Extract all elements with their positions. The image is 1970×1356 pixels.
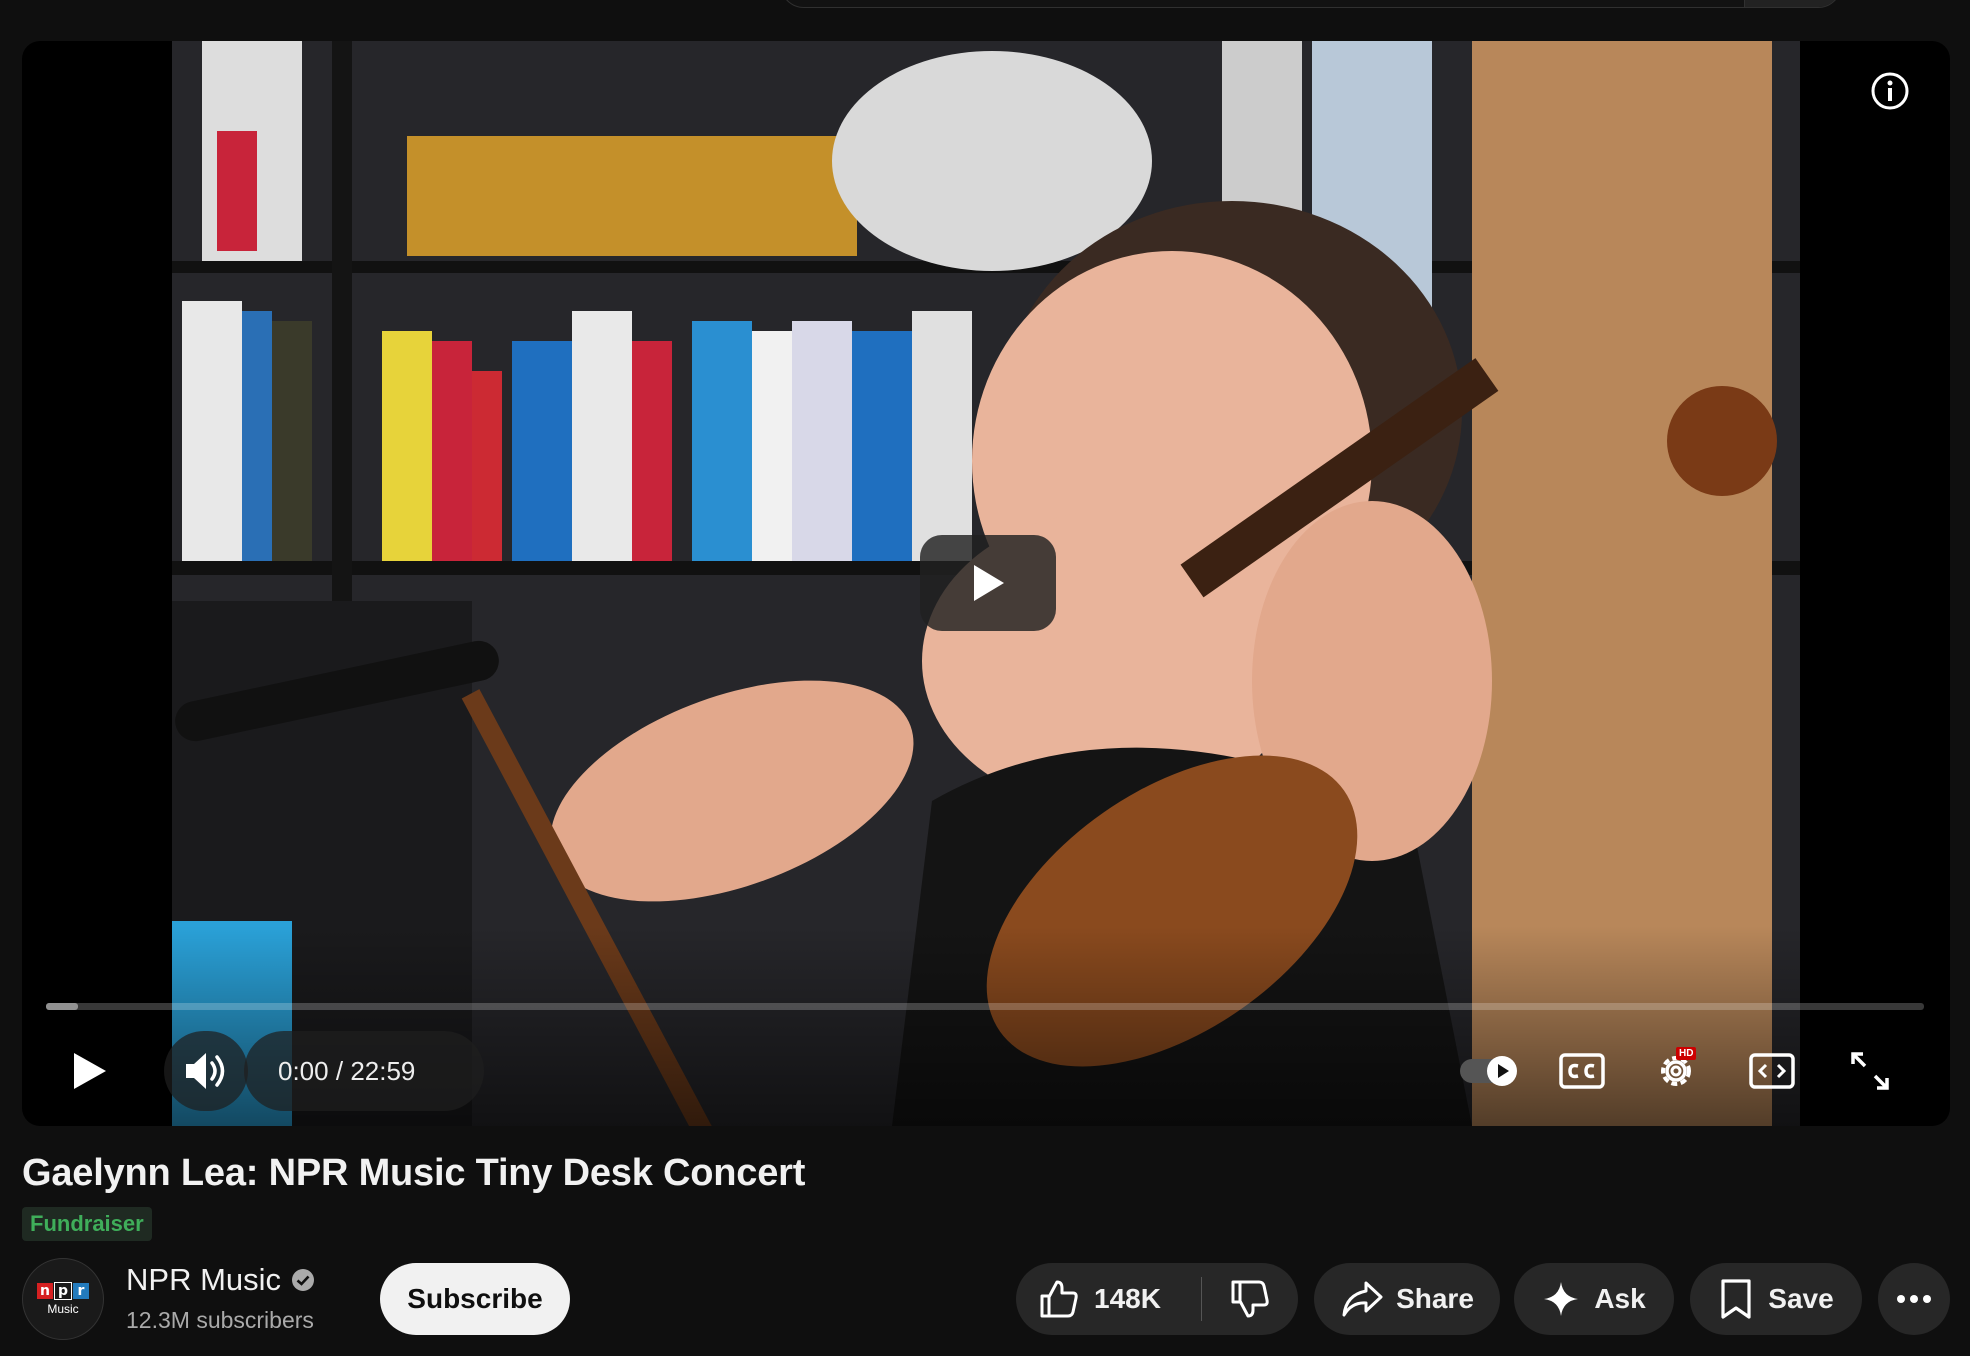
npr-logo-r: r xyxy=(73,1282,89,1299)
share-label: Share xyxy=(1396,1283,1474,1314)
time-current: 0:00 xyxy=(278,1056,329,1086)
subtitles-button[interactable] xyxy=(1552,1045,1612,1097)
subscribe-button[interactable]: Subscribe xyxy=(380,1263,570,1335)
channel-name[interactable]: NPR Music xyxy=(126,1262,281,1298)
hd-badge: HD xyxy=(1676,1047,1697,1060)
ask-label: Ask xyxy=(1594,1283,1646,1314)
npr-logo-sub: Music xyxy=(47,1301,79,1316)
sparkle-icon xyxy=(1544,1282,1579,1316)
verified-icon xyxy=(292,1269,315,1291)
subscriber-count: 12.3M subscribers xyxy=(126,1307,314,1333)
play-button[interactable] xyxy=(60,1041,120,1101)
volume-button[interactable] xyxy=(164,1041,248,1101)
video-title: Gaelynn Lea: NPR Music Tiny Desk Concert xyxy=(22,1152,806,1194)
fundraiser-badge[interactable]: Fundraiser xyxy=(22,1207,152,1241)
like-dislike-group: 148K xyxy=(1016,1263,1298,1335)
like-count: 148K xyxy=(1094,1283,1161,1314)
more-icon xyxy=(1897,1295,1931,1303)
like-button[interactable]: 148K xyxy=(1016,1263,1201,1335)
dislike-button[interactable] xyxy=(1202,1263,1298,1335)
time-separator: / xyxy=(335,1056,344,1086)
settings-button[interactable]: HD xyxy=(1646,1043,1706,1099)
time-total: 22:59 xyxy=(350,1056,416,1086)
fullscreen-button[interactable] xyxy=(1840,1043,1900,1099)
share-icon xyxy=(1342,1281,1383,1317)
theater-icon xyxy=(1749,1053,1795,1089)
progress-buffer xyxy=(46,1003,78,1010)
play-icon xyxy=(74,1053,106,1089)
fullscreen-icon xyxy=(1851,1052,1889,1090)
more-actions-button[interactable] xyxy=(1878,1263,1950,1335)
progress-bar[interactable] xyxy=(46,1003,1924,1010)
share-button[interactable]: Share xyxy=(1314,1263,1500,1335)
npr-logo-n: n xyxy=(37,1282,53,1299)
thumbs-down-icon xyxy=(1231,1280,1269,1318)
search-bar[interactable] xyxy=(780,0,1842,8)
ask-button[interactable]: Ask xyxy=(1514,1263,1674,1335)
video-player[interactable]: 0:00 / 22:59 HD xyxy=(22,41,1950,1126)
play-icon xyxy=(974,565,1004,601)
save-label: Save xyxy=(1768,1283,1834,1314)
time-display: 0:00 / 22:59 xyxy=(278,1051,415,1091)
bookmark-icon xyxy=(1721,1279,1751,1319)
npr-logo-p: p xyxy=(54,1281,72,1300)
theater-mode-button[interactable] xyxy=(1742,1045,1802,1097)
volume-icon xyxy=(186,1053,225,1089)
autoplay-toggle[interactable] xyxy=(1452,1045,1528,1097)
search-button[interactable] xyxy=(1744,0,1841,7)
info-icon[interactable] xyxy=(1868,69,1912,113)
autoplay-icon xyxy=(1460,1056,1517,1086)
cc-icon xyxy=(1559,1053,1605,1089)
thumbs-up-icon xyxy=(1040,1280,1078,1318)
npr-logo: n p r xyxy=(37,1281,89,1300)
save-button[interactable]: Save xyxy=(1690,1263,1862,1335)
channel-avatar[interactable]: n p r Music xyxy=(22,1258,104,1340)
large-play-button[interactable] xyxy=(920,535,1056,631)
channel-name-row[interactable]: NPR Music xyxy=(126,1262,315,1298)
